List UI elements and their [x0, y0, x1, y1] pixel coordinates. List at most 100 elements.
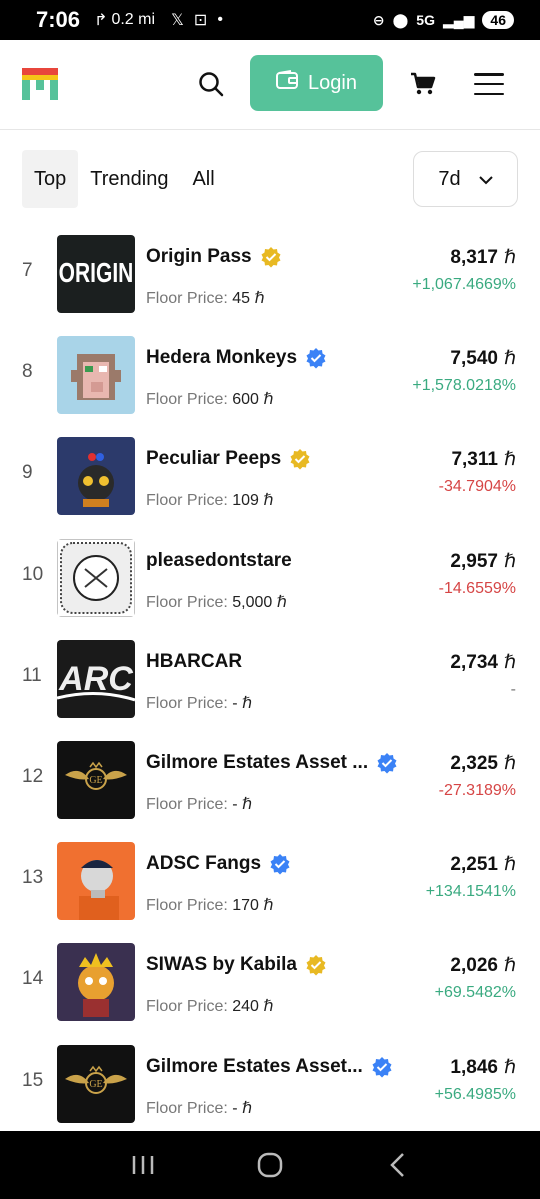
volume-value: 8,317	[450, 247, 498, 268]
login-button[interactable]: Login	[250, 55, 383, 111]
collection-thumbnail[interactable]	[57, 437, 135, 516]
floor-value: 5,000	[232, 593, 273, 611]
volume-change: +56.4985%	[434, 1085, 516, 1103]
rank-number: 10	[22, 563, 44, 585]
home-icon[interactable]	[250, 1145, 290, 1185]
floor-label: Floor Price:	[146, 391, 228, 409]
collection-thumbnail[interactable]	[57, 336, 135, 415]
collection-name-wrap[interactable]: HBARCAR	[146, 651, 242, 673]
floor-price: Floor Price: 5,000 ℏ	[146, 592, 287, 612]
currency-symbol: ℏ	[242, 694, 253, 712]
currency-symbol: ℏ	[263, 492, 274, 510]
collection-row[interactable]: 11 ARC HBARCAR Floor Price: - ℏ 2,734 ℏ -	[0, 635, 540, 736]
verified-badge-icon	[305, 954, 327, 976]
floor-price: Floor Price: - ℏ	[146, 794, 252, 814]
collection-thumbnail[interactable]	[57, 538, 135, 617]
tab-top[interactable]: Top	[22, 150, 79, 208]
floor-label: Floor Price:	[146, 998, 228, 1016]
floor-price: Floor Price: 170 ℏ	[146, 895, 274, 915]
recent-apps-icon[interactable]	[123, 1145, 163, 1185]
volume-change: -14.6559%	[438, 579, 516, 597]
currency-symbol: ℏ	[254, 290, 265, 307]
cart-icon[interactable]	[406, 67, 440, 101]
floor-price: Floor Price: 109 ℏ	[146, 490, 274, 510]
collection-name: ADSC Fangs	[146, 853, 262, 875]
floor-label: Floor Price:	[146, 1099, 228, 1117]
collection-row[interactable]: 9 Peculiar Peeps Floor Price: 109 ℏ 7,311 ℏ -…	[0, 432, 540, 533]
volume: 2,734 ℏ	[450, 651, 516, 674]
battery-level: 46	[482, 11, 514, 29]
rank-number: 9	[22, 462, 33, 484]
signal-icon: ▂▄▆	[442, 11, 475, 28]
period-value: 7d	[438, 167, 461, 190]
tab-trending[interactable]: Trending	[78, 150, 180, 208]
collection-thumbnail[interactable]	[57, 943, 135, 1022]
currency-symbol: ℏ	[503, 449, 516, 471]
floor-label: Floor Price:	[146, 897, 228, 915]
volume-value: 2,957	[450, 550, 498, 572]
collection-name-wrap[interactable]: Hedera Monkeys	[146, 347, 327, 369]
distance-text: 0.2 mi	[111, 11, 156, 28]
collection-row[interactable]: 8 Hedera Monkeys Floor Price: 600 ℏ 7,540 ℏ +…	[0, 331, 540, 432]
volume-change: -	[510, 680, 516, 698]
rank-number: 8	[22, 361, 33, 383]
rank-number: 7	[22, 260, 33, 281]
volume-change: +134.1541%	[425, 883, 516, 901]
status-time: 7:06	[36, 7, 81, 32]
notification-icons: 𝕏 ⊡ •	[171, 10, 223, 30]
collection-row[interactable]: 14 SIWAS by Kabila Floor Price: 240 ℏ 2,026…	[0, 938, 540, 1039]
search-icon[interactable]	[194, 67, 228, 101]
volume-value: 2,325	[450, 752, 498, 774]
hamburger-menu-icon[interactable]	[474, 69, 504, 99]
floor-price: Floor Price: - ℏ	[146, 1098, 252, 1118]
tab-all[interactable]: All	[180, 150, 226, 208]
collection-name-wrap[interactable]: Origin Pass	[146, 246, 282, 268]
app-header: Login	[0, 40, 540, 130]
volume-change: +1,578.0218%	[412, 377, 516, 395]
currency-symbol: ℏ	[503, 752, 516, 774]
currency-symbol: ℏ	[503, 1056, 516, 1078]
collection-row[interactable]: 7 ORIGIN Origin Pass Floor Price: 45 ℏ 8,317…	[0, 230, 540, 331]
volume-value: 2,026	[450, 955, 498, 977]
collection-row[interactable]: 15 GE Gilmore Estates Asset... Floor Price:…	[0, 1040, 540, 1141]
currency-symbol: ℏ	[242, 795, 253, 813]
collection-name-wrap[interactable]: Gilmore Estates Asset ...	[146, 752, 398, 774]
collection-thumbnail[interactable]	[57, 842, 135, 921]
rank-number: 13	[22, 867, 44, 889]
volume-change: +69.5482%	[434, 984, 516, 1002]
collection-name-wrap[interactable]: pleasedontstare	[146, 550, 292, 572]
collection-name: Gilmore Estates Asset...	[146, 1055, 363, 1077]
svg-text:GE: GE	[89, 775, 102, 786]
collection-name-wrap[interactable]: ADSC Fangs	[146, 853, 291, 875]
volume: 2,325 ℏ	[450, 752, 516, 775]
floor-value: -	[232, 694, 238, 712]
floor-label: Floor Price:	[146, 694, 228, 712]
floor-value: 45	[232, 290, 251, 307]
verified-badge-icon	[305, 347, 327, 369]
collection-row[interactable]: 12 GE Gilmore Estates Asset ... Floor Price…	[0, 736, 540, 837]
period-select[interactable]: 7d	[413, 151, 518, 207]
rank-number: 12	[22, 765, 44, 787]
collection-thumbnail[interactable]: ORIGIN	[57, 235, 135, 313]
collection-name: Peculiar Peeps	[146, 448, 282, 470]
currency-symbol: ℏ	[503, 854, 516, 876]
collection-row[interactable]: 10 pleasedontstare Floor Price: 5,000 ℏ 2,9…	[0, 534, 540, 635]
collection-name: Gilmore Estates Asset ...	[146, 751, 369, 773]
currency-symbol: ℏ	[242, 1099, 253, 1117]
floor-price: Floor Price: 600 ℏ	[146, 389, 274, 409]
collection-row[interactable]: 13 ADSC Fangs Floor Price: 170 ℏ 2,251 ℏ +134…	[0, 837, 540, 938]
currency-symbol: ℏ	[263, 897, 274, 915]
volume-change: +1,067.4669%	[412, 276, 516, 293]
verified-badge-icon	[269, 853, 291, 875]
collection-name-wrap[interactable]: Gilmore Estates Asset...	[146, 1056, 393, 1078]
collection-name: Hedera Monkeys	[146, 347, 298, 369]
back-icon[interactable]	[377, 1145, 417, 1185]
app-logo-icon[interactable]	[22, 68, 58, 100]
collection-thumbnail[interactable]: GE	[57, 740, 135, 819]
floor-price: Floor Price: 45 ℏ	[146, 288, 265, 308]
collection-name-wrap[interactable]: SIWAS by Kabila	[146, 954, 327, 976]
collection-thumbnail[interactable]: ARC	[57, 639, 135, 718]
currency-symbol: ℏ	[263, 391, 274, 409]
collection-name-wrap[interactable]: Peculiar Peeps	[146, 448, 311, 470]
collection-thumbnail[interactable]: GE	[57, 1044, 135, 1123]
